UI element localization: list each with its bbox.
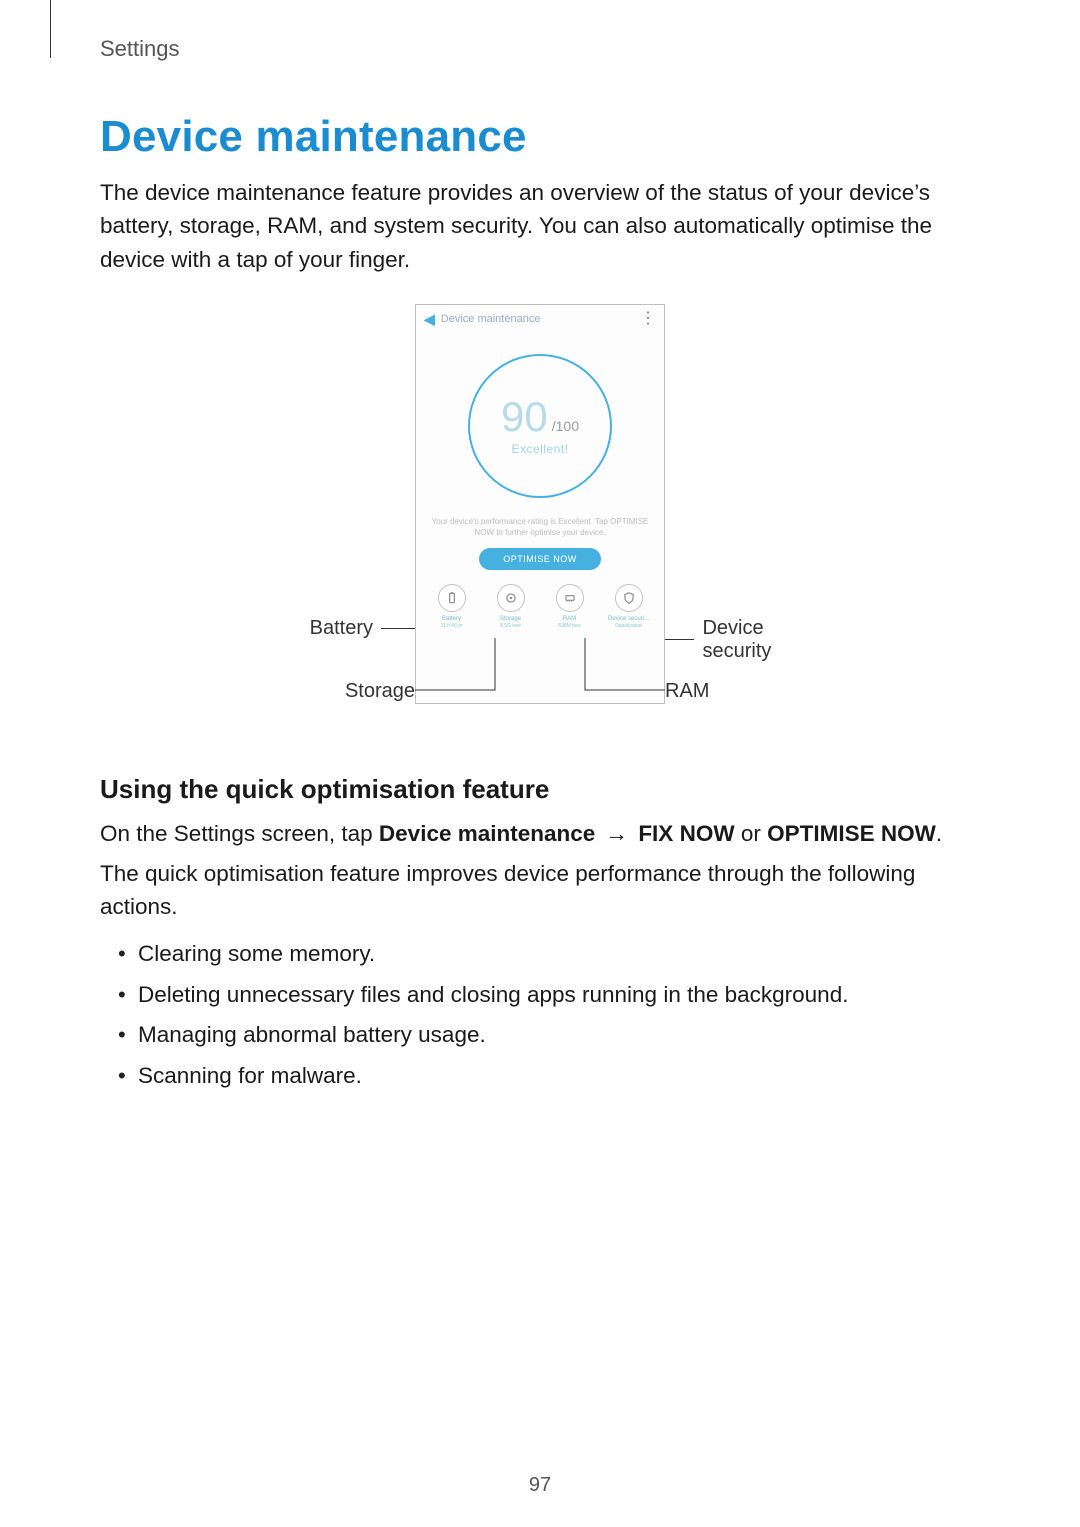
figure-wrap: ◀ Device maintenance ⋮ 90 /100 Excellent… bbox=[100, 304, 980, 734]
tile-ram-label: RAM bbox=[563, 616, 576, 622]
callout-storage-leader bbox=[415, 638, 515, 698]
performance-caption: Your device's performance rating is Exce… bbox=[428, 516, 652, 538]
header-section-label: Settings bbox=[100, 36, 980, 62]
instr-or: or bbox=[735, 821, 768, 846]
instr-device-maintenance: Device maintenance bbox=[379, 821, 595, 846]
callout-battery-label: Battery bbox=[310, 617, 373, 640]
list-item: Scanning for malware. bbox=[118, 1056, 980, 1097]
tile-battery-label: Battery bbox=[442, 616, 461, 622]
score-rating-word: Excellent! bbox=[511, 442, 568, 456]
feature-list: Clearing some memory. Deleting unnecessa… bbox=[118, 934, 980, 1096]
tile-security-sub: Deactivated bbox=[615, 623, 641, 629]
tile-security[interactable]: Device securi... Deactivated bbox=[603, 584, 655, 629]
score-gauge: 90 /100 Excellent! bbox=[468, 354, 612, 498]
callout-ram-leader bbox=[565, 638, 675, 698]
tile-storage[interactable]: Storage 8.5G free bbox=[485, 584, 537, 629]
battery-icon bbox=[438, 584, 466, 612]
arrow-right-icon: → bbox=[606, 821, 629, 846]
storage-icon bbox=[497, 584, 525, 612]
chevron-left-icon[interactable]: ◀ bbox=[424, 311, 435, 328]
list-item: Deleting unnecessary files and closing a… bbox=[118, 975, 980, 1016]
list-item: Clearing some memory. bbox=[118, 934, 980, 975]
callout-device-security: Device security bbox=[665, 617, 820, 663]
callout-storage: Storage bbox=[345, 680, 415, 703]
intro-paragraph: The device maintenance feature provides … bbox=[100, 176, 980, 276]
tile-storage-label: Storage bbox=[500, 616, 521, 622]
page-title: Device maintenance bbox=[100, 112, 980, 162]
page-number: 97 bbox=[0, 1474, 1080, 1497]
score-denominator: /100 bbox=[552, 418, 579, 434]
tile-battery[interactable]: Battery 11 h 46 m bbox=[426, 584, 478, 629]
instr-prefix: On the Settings screen, tap bbox=[100, 821, 379, 846]
score-value: 90 bbox=[501, 396, 548, 438]
shield-icon bbox=[615, 584, 643, 612]
ram-icon bbox=[556, 584, 584, 612]
instr-fix-now: FIX NOW bbox=[638, 821, 734, 846]
instr-suffix: . bbox=[936, 821, 942, 846]
list-item: Managing abnormal battery usage. bbox=[118, 1015, 980, 1056]
optimise-now-button[interactable]: OPTIMISE NOW bbox=[479, 548, 601, 570]
callout-device-security-label: Device security bbox=[702, 617, 820, 663]
instruction-line-1: On the Settings screen, tap Device maint… bbox=[100, 817, 980, 851]
score-area: 90 /100 Excellent! Your device's perform… bbox=[416, 334, 664, 584]
callout-ram-label: RAM bbox=[665, 680, 709, 703]
subheading-quick-optimisation: Using the quick optimisation feature bbox=[100, 774, 980, 805]
tile-ram[interactable]: RAM 538M free bbox=[544, 584, 596, 629]
category-tiles: Battery 11 h 46 m Storage 8.5G free bbox=[416, 584, 664, 635]
tile-battery-sub: 11 h 46 m bbox=[441, 623, 463, 629]
callout-ram: RAM bbox=[665, 680, 709, 703]
phone-topbar-title: Device maintenance bbox=[441, 313, 634, 325]
figure: ◀ Device maintenance ⋮ 90 /100 Excellent… bbox=[260, 304, 820, 734]
tile-security-label: Device securi... bbox=[608, 616, 649, 622]
tile-storage-sub: 8.5G free bbox=[500, 623, 521, 629]
callout-battery: Battery bbox=[310, 617, 415, 640]
more-vertical-icon[interactable]: ⋮ bbox=[640, 314, 656, 324]
callout-storage-label: Storage bbox=[345, 680, 415, 703]
margin-rule bbox=[50, 0, 51, 58]
instr-optimise-now: OPTIMISE NOW bbox=[767, 821, 936, 846]
phone-topbar: ◀ Device maintenance ⋮ bbox=[416, 305, 664, 334]
instruction-line-2: The quick optimisation feature improves … bbox=[100, 857, 980, 925]
tile-ram-sub: 538M free bbox=[558, 623, 581, 629]
